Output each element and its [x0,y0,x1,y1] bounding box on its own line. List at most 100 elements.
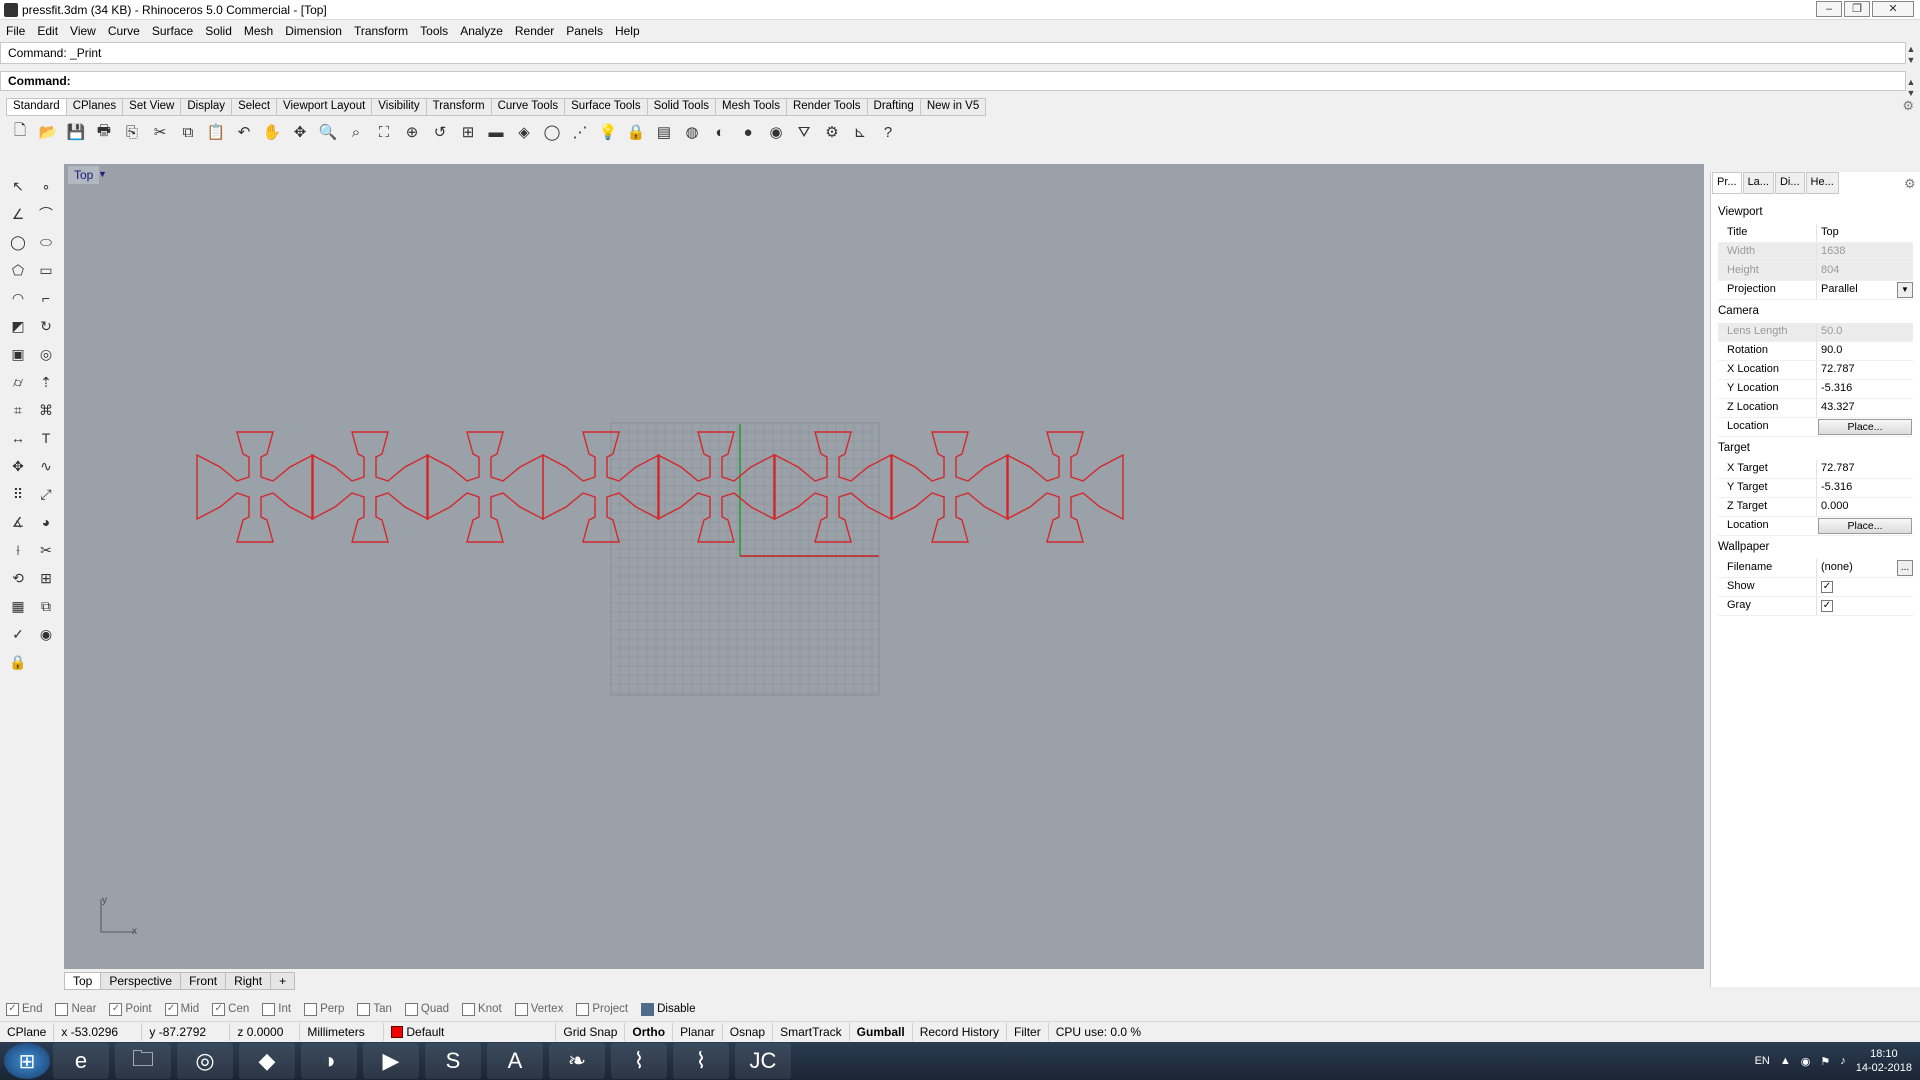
help-tab[interactable]: He... [1805,172,1839,194]
save-icon[interactable]: 💾 [64,120,88,144]
mesh-icon[interactable]: ⌗ [6,398,30,422]
prop-z-location[interactable]: Z Location 43.327 [1718,399,1913,418]
surface-icon[interactable]: ◩ [6,314,30,338]
ellipse-icon[interactable]: ⬭ [34,230,58,254]
bulb-icon[interactable]: 💡 [596,120,620,144]
dimension-icon[interactable]: ↔ [6,426,30,450]
copy-icon[interactable]: ⧉ [176,120,200,144]
menu-curve[interactable]: Curve [102,24,146,38]
menu-tools[interactable]: Tools [414,24,454,38]
status-filter[interactable]: Filter [1007,1022,1049,1041]
prop-x-target[interactable]: X Target 72.787 [1718,460,1913,479]
status-record-history[interactable]: Record History [913,1022,1008,1041]
toolbar-tab-render-tools[interactable]: Render Tools [786,98,868,116]
circle-icon[interactable]: ◯ [540,120,564,144]
trim-icon[interactable]: ✂ [34,538,58,562]
gear-icon[interactable]: ⚙ [820,120,844,144]
fillet-icon[interactable]: ⌐ [34,286,58,310]
prop-z-target[interactable]: Z Target 0.000 [1718,498,1913,517]
layers-tab[interactable]: La... [1742,172,1774,194]
viewport-tab-top[interactable]: Top [64,972,102,990]
flag-icon[interactable]: ⚑ [1820,1055,1830,1068]
status-layer[interactable]: Default [384,1022,557,1041]
chrome-icon[interactable]: ◎ [177,1043,233,1079]
menu-mesh[interactable]: Mesh [238,24,279,38]
viewport-top[interactable]: y x Top ▼ [64,164,1704,969]
menu-render[interactable]: Render [509,24,560,38]
extrude-icon[interactable]: ⇡ [34,370,58,394]
viewport-tab-add[interactable]: + [271,972,296,990]
toolbar-tab-select[interactable]: Select [232,98,278,116]
curve-icon[interactable]: ⌒ [34,202,58,226]
help-icon[interactable]: ? [876,120,900,144]
arc-icon[interactable]: ◠ [6,286,30,310]
maximize-button[interactable]: ❐ [1844,1,1870,17]
sublime-icon[interactable]: S [425,1043,481,1079]
app-icon[interactable]: ◑ [301,1043,357,1079]
rotate-icon[interactable]: ✥ [288,120,312,144]
status-grid-snap[interactable]: Grid Snap [556,1022,626,1041]
menu-dimension[interactable]: Dimension [279,24,348,38]
osnap-disable-checkbox[interactable] [641,1002,655,1016]
import-icon[interactable]: ⎘ [120,120,144,144]
menu-edit[interactable]: Edit [31,24,64,38]
osnap-near-checkbox[interactable] [55,1002,69,1016]
osnap-tan-checkbox[interactable] [357,1002,371,1016]
osnap-icon[interactable]: ◈ [512,120,536,144]
status-cplane[interactable]: CPlane [0,1022,55,1041]
toolbar-tab-curve-tools[interactable]: Curve Tools [491,98,566,116]
print-icon[interactable]: 🖶 [92,120,116,144]
paste-icon[interactable]: 📋 [204,120,228,144]
menu-transform[interactable]: Transform [348,24,414,38]
gray-checkbox[interactable]: ✓ [1821,600,1833,612]
zoom-window-icon[interactable]: ⌕ [344,120,368,144]
block-icon[interactable]: ▦ [6,594,30,618]
osnap-knot-checkbox[interactable] [462,1002,476,1016]
layers-icon[interactable]: ▤ [652,120,676,144]
render-icon[interactable]: ● [736,120,760,144]
dimension-icon[interactable]: ⊾ [848,120,872,144]
osnap-near[interactable]: Near [55,1002,96,1016]
circle-icon[interactable]: ◯ [6,230,30,254]
move-icon[interactable]: ✥ [6,454,30,478]
osnap-cen[interactable]: ✓ Cen [212,1002,249,1016]
prop-y-target[interactable]: Y Target -5.316 [1718,479,1913,498]
tray-arrow-icon[interactable]: ▲ [1780,1055,1791,1067]
prop-rotation[interactable]: Rotation 90.0 [1718,342,1913,361]
osnap-int[interactable]: Int [262,1002,291,1016]
acrobat-icon[interactable]: A [487,1043,543,1079]
osnap-perp-checkbox[interactable] [304,1002,318,1016]
cylinder-icon[interactable]: ⌭ [6,370,30,394]
osnap-quad[interactable]: Quad [404,1002,449,1016]
inkscape-icon[interactable]: ◆ [239,1043,295,1079]
clock[interactable]: 18:10 14-02-2018 [1856,1047,1912,1075]
new-icon[interactable]: 🗋 [8,120,32,144]
osnap-knot[interactable]: Knot [462,1002,502,1016]
car-icon[interactable]: ▬ [484,120,508,144]
lines-icon[interactable]: ⋰ [568,120,592,144]
group-icon[interactable]: ⧉ [34,594,58,618]
select-icon[interactable]: ↖ [6,174,30,198]
prop-title[interactable]: Title Top [1718,224,1913,243]
render-icon[interactable]: ◕ [34,510,58,534]
mesh-edit-icon[interactable]: ⌘ [34,398,58,422]
array-icon[interactable]: ⠿ [6,482,30,506]
zoom-extents-icon[interactable]: ⛶ [372,120,396,144]
panel-gear-icon[interactable]: ⚙ [1904,176,1916,192]
status-planar[interactable]: Planar [673,1022,723,1041]
app-green-icon[interactable]: ❧ [549,1043,605,1079]
toolbar-tab-new-in-v5[interactable]: New in V5 [920,98,987,116]
toolbar-tab-cplanes[interactable]: CPlanes [66,98,124,116]
blend-icon[interactable]: ∿ [34,454,58,478]
toolbar-tab-display[interactable]: Display [181,98,233,116]
close-button[interactable]: ✕ [1872,1,1914,17]
osnap-project[interactable]: Project [576,1002,628,1016]
box-icon[interactable]: ▣ [6,342,30,366]
shade-icon[interactable]: ◐ [708,120,732,144]
lock-icon[interactable]: 🔒 [6,650,30,674]
toolbar-tab-set-view[interactable]: Set View [123,98,182,116]
zoom-selected-icon[interactable]: ⊕ [400,120,424,144]
undo-view-icon[interactable]: ↺ [428,120,452,144]
status-osnap[interactable]: Osnap [723,1022,774,1041]
point-icon[interactable]: ∘ [34,174,58,198]
